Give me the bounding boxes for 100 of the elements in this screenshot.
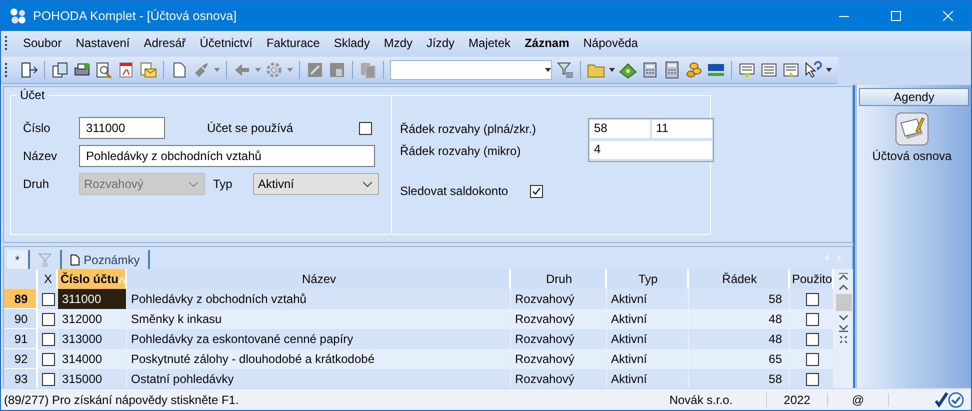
input-field[interactable]: 58 [590, 120, 650, 138]
menu-item[interactable]: Nastavení [68, 36, 137, 50]
menu-item[interactable]: Adresář [136, 36, 193, 50]
mail-indicator: @ [827, 392, 889, 406]
table-cell: Ostatní pohledávky [127, 369, 511, 389]
checkbox[interactable] [530, 184, 543, 198]
calculator-icon[interactable] [663, 60, 681, 78]
table-cell: 315000 [58, 369, 127, 389]
column-header[interactable]: Použito [790, 269, 834, 289]
column-header[interactable]: Druh [511, 269, 607, 289]
tab[interactable]: * [7, 250, 30, 269]
table-cell: Aktivní [607, 309, 689, 329]
copy-icon[interactable] [51, 60, 69, 78]
field-label: Typ [212, 177, 234, 191]
checkbox[interactable] [806, 312, 818, 326]
menu-item[interactable]: Sklady [326, 36, 377, 50]
column-header[interactable]: Název [127, 269, 511, 289]
input-field[interactable]: Pohledávky z obchodních vztahů [79, 145, 375, 167]
input-field[interactable]: 311000 [79, 117, 165, 139]
agenda-item[interactable]: Účtová osnova [872, 149, 952, 163]
window-title: POHODA Komplet - [Účtová osnova] [33, 9, 238, 23]
checkbox-label: Účet se používá [207, 121, 294, 135]
checkbox[interactable] [42, 312, 54, 326]
sort-icon [118, 277, 124, 283]
checkbox[interactable] [806, 372, 818, 386]
row-number[interactable]: 89 [4, 289, 38, 309]
chevron-down-icon[interactable] [363, 182, 372, 186]
collapse-icon[interactable] [840, 336, 847, 343]
row-number[interactable]: 92 [4, 349, 38, 369]
table-cell: Rozvahový [511, 369, 607, 389]
maximize-icon[interactable] [891, 11, 901, 21]
chart-of-accounts-icon[interactable] [895, 112, 929, 146]
menu-item[interactable]: Jízdy [420, 36, 462, 50]
column-header[interactable]: Řádek [689, 269, 790, 289]
row-number[interactable]: 93 [4, 369, 38, 389]
table-cell: 314000 [58, 349, 127, 369]
table-cell: 313000 [58, 329, 127, 349]
column-header[interactable]: Typ [607, 269, 689, 289]
checkbox[interactable] [359, 122, 372, 134]
checkbox[interactable] [806, 352, 818, 366]
calculator-icon[interactable] [641, 60, 659, 78]
menu-item[interactable]: Majetek [462, 36, 518, 50]
checkbox[interactable] [42, 332, 54, 346]
exit-icon[interactable] [20, 60, 38, 78]
input-field[interactable]: 4 [590, 141, 712, 159]
table-cell: 58 [689, 369, 790, 389]
scroll-top-icon[interactable] [839, 273, 848, 280]
scroll-up-icon[interactable] [839, 284, 848, 290]
table-cell: Rozvahový [511, 329, 607, 349]
note-icon[interactable] [782, 60, 800, 78]
search-field[interactable] [390, 60, 552, 80]
menu-item[interactable]: Soubor [16, 36, 69, 50]
row-number[interactable]: 91 [4, 329, 38, 349]
menu-item[interactable]: Fakturace [259, 36, 327, 50]
preview-icon[interactable] [95, 60, 113, 78]
print-icon[interactable] [73, 60, 91, 78]
table-cell: Aktivní [607, 289, 689, 309]
company-name: Novák s.r.o. [636, 392, 767, 406]
field-label: Řádek rozvahy (mikro) [400, 144, 522, 158]
checkbox[interactable] [806, 332, 818, 346]
close-icon[interactable] [943, 11, 953, 21]
help-pointer-icon[interactable] [804, 60, 822, 78]
scrollbar-thumb[interactable] [836, 294, 852, 311]
table-cell: Pohledávky z obchodních vztahů [127, 289, 511, 309]
table-cell: 58 [689, 289, 790, 309]
table-cell: Směnky k inkasu [127, 309, 511, 329]
list-icon[interactable] [760, 60, 778, 78]
column-header[interactable]: Číslo účtu [58, 269, 127, 289]
checkbox[interactable] [806, 292, 818, 306]
checkbox[interactable] [42, 292, 54, 306]
menu-item[interactable]: Mzdy [376, 36, 420, 50]
status-message: (89/277) Pro získání nápovědy stiskněte F1. [3, 392, 240, 406]
filter-icon[interactable] [556, 60, 574, 78]
row-number[interactable]: 90 [4, 309, 38, 329]
checkbox-label: Sledovat saldokonto [400, 184, 510, 198]
filter-icon [38, 252, 52, 266]
checkbox[interactable] [42, 352, 54, 366]
scroll-down-icon[interactable] [839, 315, 848, 321]
scroll-bottom-icon[interactable] [839, 325, 848, 332]
pdf-icon[interactable] [117, 60, 135, 78]
dropdown[interactable]: Aktivní [253, 173, 379, 195]
field-label: Druh [23, 177, 50, 191]
input-field[interactable]: 11 [652, 120, 712, 138]
menu-item[interactable]: Účetnictví [192, 36, 260, 50]
table-cell: Aktivní [607, 329, 689, 349]
field-label: Název [23, 149, 58, 163]
note-icon[interactable] [738, 60, 756, 78]
menu-item[interactable]: Nápověda [576, 36, 645, 50]
table-cell: Aktivní [607, 349, 689, 369]
checkbox[interactable] [42, 372, 54, 386]
table-cell: 65 [689, 349, 790, 369]
caret-icon[interactable] [609, 68, 615, 72]
menu-item[interactable]: Záznam [518, 36, 576, 50]
envelope-icon[interactable] [139, 60, 157, 78]
coins-icon[interactable] [685, 60, 703, 78]
column-header[interactable]: X [38, 269, 58, 289]
caret-icon[interactable] [545, 68, 551, 72]
field-label: Řádek rozvahy (plná/zkr.) [400, 122, 538, 136]
caret-icon[interactable] [826, 68, 832, 72]
table-cell: Aktivní [607, 369, 689, 389]
